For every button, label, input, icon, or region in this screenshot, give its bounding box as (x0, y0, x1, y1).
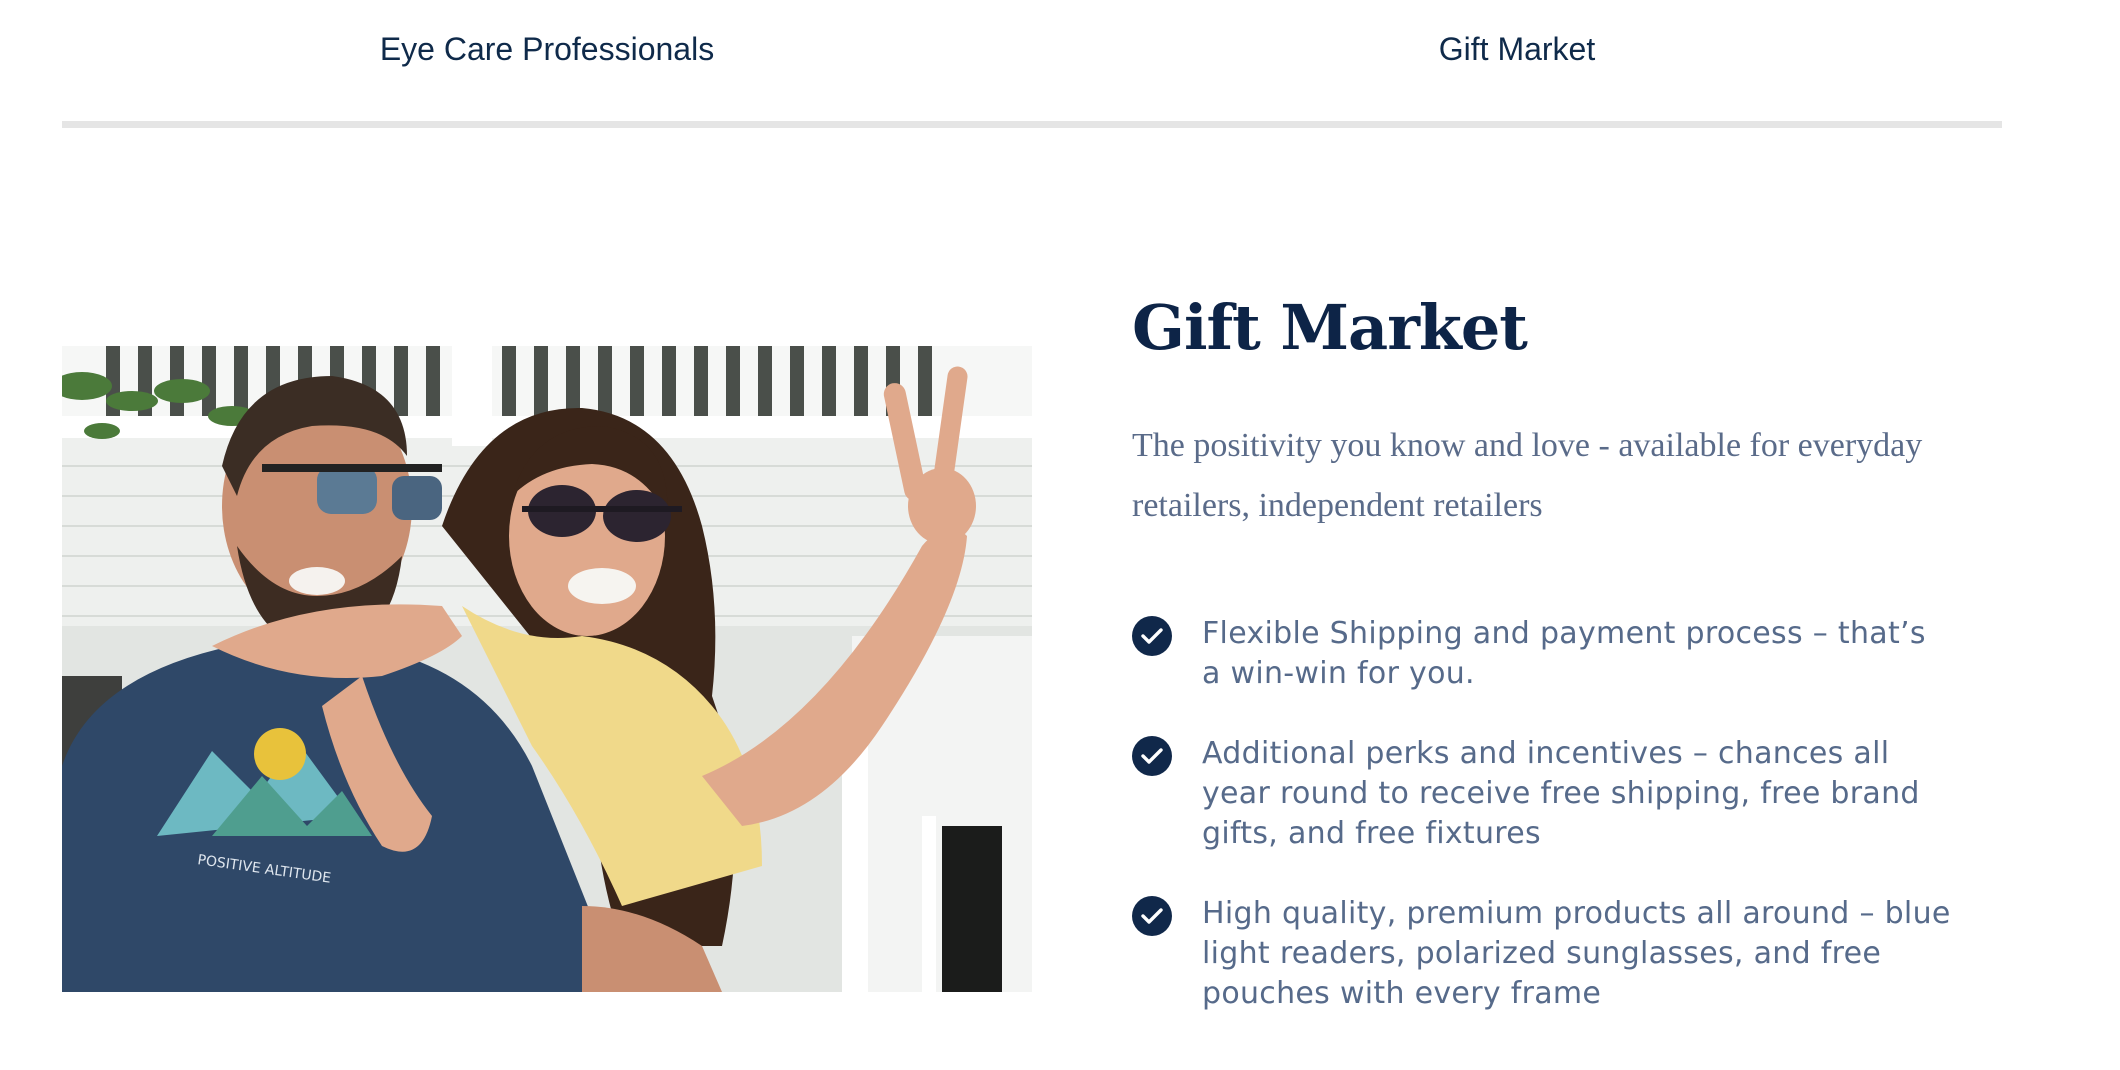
feature-list: Flexible Shipping and payment process – … (1132, 614, 2012, 1014)
gift-market-section: Gift Market The positivity you know and … (1132, 280, 2012, 1054)
feature-item: Flexible Shipping and payment process – … (1132, 614, 1952, 694)
section-title: Gift Market (1132, 291, 1528, 364)
feature-item: High quality, premium products all aroun… (1132, 894, 1952, 1014)
feature-text: High quality, premium products all aroun… (1202, 896, 1951, 1011)
section-description: The positivity you know and love - avail… (1132, 427, 1923, 524)
check-circle-icon (1132, 896, 1172, 936)
check-circle-icon (1132, 616, 1172, 656)
check-circle-icon (1132, 736, 1172, 776)
feature-text: Additional perks and incentives – chance… (1202, 736, 1920, 851)
lifestyle-photo: POSITIVE ALTITUDE (62, 346, 1032, 992)
tab-gift-market[interactable]: Gift Market (1032, 26, 2002, 72)
tabs-divider (62, 121, 2002, 128)
tab-bar: Eye Care Professionals Gift Market (62, 0, 2002, 130)
feature-item: Additional perks and incentives – chance… (1132, 734, 1952, 854)
feature-text: Flexible Shipping and payment process – … (1202, 616, 1926, 691)
tab-eye-care-professionals[interactable]: Eye Care Professionals (62, 26, 1032, 72)
